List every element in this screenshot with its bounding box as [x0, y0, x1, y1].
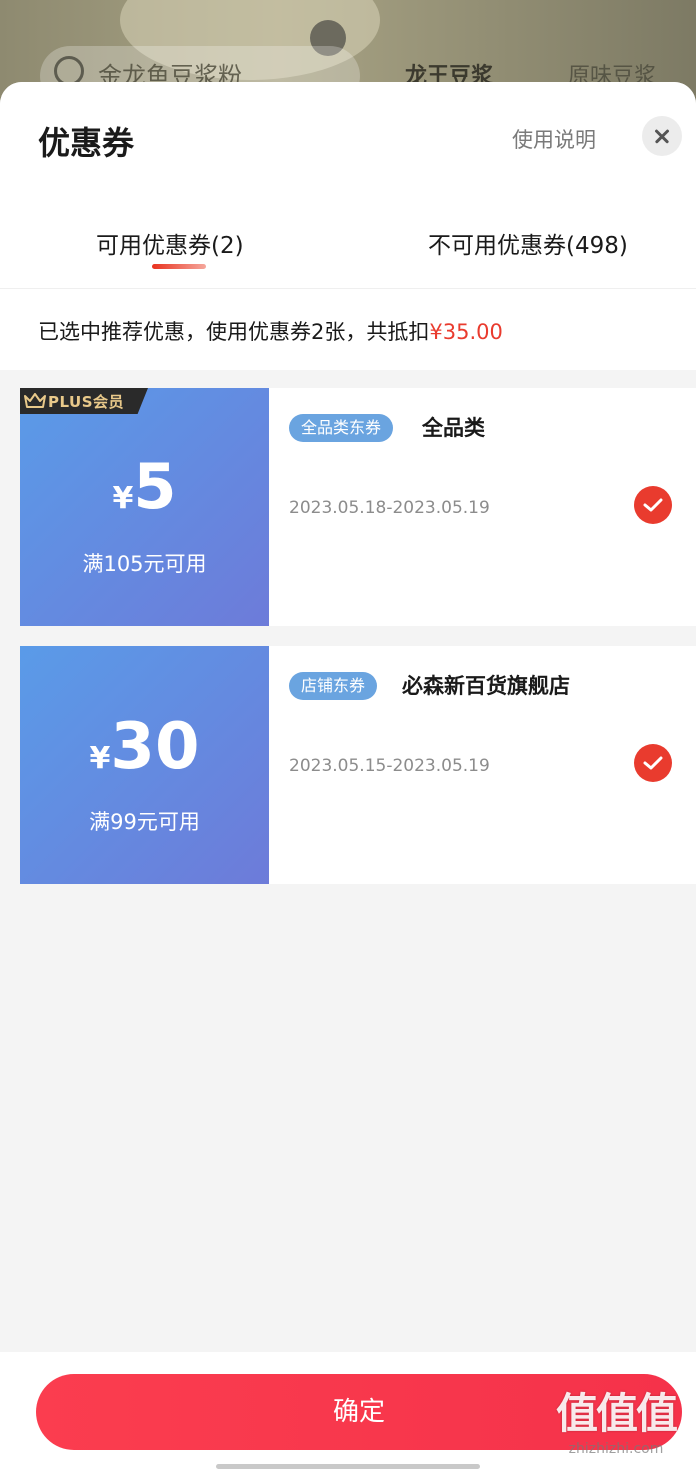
coupon-threshold: 满105元可用 — [82, 552, 207, 576]
plus-member-label: PLUS会员 — [48, 393, 125, 411]
coupon-name: 必森新百货旗舰店 — [402, 674, 570, 698]
watermark-url: zhizhizhi.com — [568, 1441, 664, 1457]
coupon-value-panel: ¥30 满99元可用 — [20, 646, 269, 884]
divider — [0, 288, 696, 289]
selection-summary: 已选中推荐优惠，使用优惠券2张，共抵扣¥35.00 — [38, 316, 503, 346]
summary-text: 已选中推荐优惠，使用优惠券2张，共抵扣 — [38, 320, 430, 344]
coupon-validity: 2023.05.15-2023.05.19 — [289, 756, 490, 776]
tab-unavailable-coupons[interactable]: 不可用优惠券(498) — [428, 226, 628, 260]
home-indicator — [216, 1464, 480, 1469]
coupon-threshold: 满99元可用 — [89, 810, 200, 834]
coupon-name: 全品类 — [422, 416, 485, 440]
tab-available-coupons[interactable]: 可用优惠券(2) — [96, 226, 244, 260]
coupon-type-tag: 全品类东券 — [289, 414, 394, 442]
crown-icon — [24, 393, 46, 408]
coupon-type-tag: 店铺东券 — [289, 672, 378, 700]
sheet-title: 优惠券 — [38, 124, 135, 162]
summary-amount: ¥35.00 — [429, 320, 503, 344]
coupon-card[interactable]: ¥30 满99元可用 店铺东券 必森新百货旗舰店 2023.05.15-2023… — [20, 646, 696, 884]
coupon-validity: 2023.05.18-2023.05.19 — [289, 498, 490, 518]
coupon-sheet: 优惠券 使用说明 可用优惠券(2) 不可用优惠券(498) 已选中推荐优惠，使用… — [0, 82, 696, 1472]
coupon-amount: ¥5 — [20, 450, 269, 523]
coupon-amount: ¥30 — [20, 710, 269, 784]
checkmark-icon[interactable] — [634, 744, 672, 782]
plus-member-badge: PLUS会员 — [20, 388, 148, 414]
watermark-logo: 值值值 — [555, 1389, 678, 1438]
checkmark-icon[interactable] — [634, 486, 672, 524]
sheet-header: 优惠券 使用说明 可用优惠券(2) 不可用优惠券(498) 已选中推荐优惠，使用… — [0, 82, 696, 370]
usage-instructions-link[interactable]: 使用说明 — [512, 124, 596, 154]
currency-symbol: ¥ — [89, 741, 111, 776]
coupon-card[interactable]: PLUS会员 ¥5 满105元可用 全品类东券 全品类 2023.05.18-2… — [20, 388, 696, 626]
active-tab-indicator — [152, 264, 206, 269]
coupon-amount-value: 30 — [110, 710, 200, 784]
coupon-value-panel: PLUS会员 ¥5 满105元可用 — [20, 388, 269, 626]
watermark: 值值值 zhizhizhi.com — [546, 1380, 686, 1457]
currency-symbol: ¥ — [112, 481, 134, 516]
coupon-amount-value: 5 — [133, 450, 177, 523]
close-icon[interactable] — [642, 116, 682, 156]
